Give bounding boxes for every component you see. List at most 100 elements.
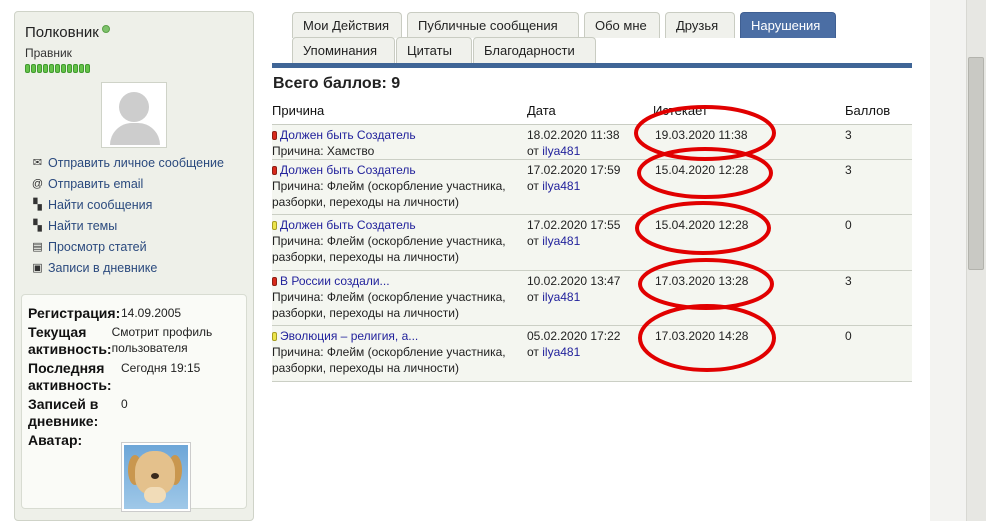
reputation-pip xyxy=(37,64,42,73)
reputation-pip xyxy=(49,64,54,73)
user-title: Правник xyxy=(25,46,72,60)
reputation-pip xyxy=(79,64,84,73)
diary-icon: ▣ xyxy=(32,262,43,274)
info-diary: Записей в дневнике: 0 xyxy=(28,396,246,430)
date-text: 18.02.2020 11:38 xyxy=(527,128,620,142)
link-view-articles[interactable]: ▤ Просмотр статей xyxy=(31,236,224,257)
by-prefix: от xyxy=(527,179,539,193)
table-header-row: Причина Дата Истекает Баллов xyxy=(272,97,912,125)
reputation-pip xyxy=(85,64,90,73)
at-sign-icon: @ xyxy=(31,177,44,190)
by-prefix: от xyxy=(527,144,539,158)
points-cell: 3 xyxy=(845,159,912,215)
moderator-link[interactable]: ilya481 xyxy=(542,179,580,193)
tab-quotes[interactable]: Цитаты xyxy=(396,37,472,63)
expires-cell: 19.03.2020 11:38 xyxy=(653,124,845,160)
moderator-link[interactable]: ilya481 xyxy=(542,234,580,248)
default-user-body xyxy=(110,123,160,145)
profile-info-box: Регистрация: 14.09.2005 Текущая активност… xyxy=(21,294,247,512)
username: Полковник xyxy=(25,24,110,41)
table-row: Должен быть Создатель Причина: Флейм (оск… xyxy=(272,214,912,271)
reputation-pip xyxy=(43,64,48,73)
link-find-posts-label[interactable]: Найти сообщения xyxy=(48,198,152,212)
link-view-articles-label[interactable]: Просмотр статей xyxy=(48,240,147,254)
reputation-pip xyxy=(55,64,60,73)
reason-text: Причина: Флейм (оскорбление участника, р… xyxy=(272,345,506,375)
moderator-link[interactable]: ilya481 xyxy=(542,345,580,359)
expires-cell: 15.04.2020 12:28 xyxy=(653,214,845,271)
issued-by: от ilya481 xyxy=(527,345,580,359)
date-cell: 05.02.2020 17:22 от ilya481 xyxy=(527,325,653,382)
expires-text: 15.04.2020 12:28 xyxy=(655,163,749,177)
diary-label: Записей в дневнике: xyxy=(28,396,99,429)
points-cell: 3 xyxy=(845,124,912,160)
info-last-activity: Последняя активность: Сегодня 19:15 xyxy=(28,360,246,394)
expires-cell: 15.04.2020 12:28 xyxy=(653,159,845,215)
posts-icon: ▚ xyxy=(33,199,42,211)
table-row: В России создали... Причина: Флейм (оскор… xyxy=(272,270,912,326)
avatar-label: Аватар: xyxy=(28,432,83,448)
tab-about-me[interactable]: Обо мне xyxy=(584,12,660,38)
table-row: Должен быть Создатель Причина: Флейм (оск… xyxy=(272,159,912,215)
date-cell: 17.02.2020 17:55 от ilya481 xyxy=(527,214,653,271)
reason-cell: Должен быть Создатель Причина: Флейм (оск… xyxy=(272,214,527,271)
link-find-threads[interactable]: ▚ Найти темы xyxy=(31,215,224,236)
tab-infractions[interactable]: Нарушения xyxy=(740,12,836,38)
infraction-post-link[interactable]: В России создали... xyxy=(280,274,390,288)
envelope-icon: ✉ xyxy=(32,157,43,169)
infraction-post-link[interactable]: Эволюция – религия, а... xyxy=(280,329,418,343)
reason-text: Причина: Флейм (оскорбление участника, р… xyxy=(272,234,506,264)
table-row: Эволюция – религия, а... Причина: Флейм (… xyxy=(272,325,912,382)
expires-text: 15.04.2020 12:28 xyxy=(655,218,749,232)
col-reason: Причина xyxy=(272,97,527,125)
expires-cell: 17.03.2020 13:28 xyxy=(653,270,845,326)
reputation-bar xyxy=(25,64,90,73)
tab-public-messages[interactable]: Публичные сообщения xyxy=(407,12,579,38)
expires-text: 17.03.2020 14:28 xyxy=(655,329,749,343)
expires-cell: 17.03.2020 14:28 xyxy=(653,325,845,382)
reason-text: Причина: Флейм (оскорбление участника, р… xyxy=(272,179,506,209)
link-send-pm-label[interactable]: Отправить личное сообщение xyxy=(48,156,224,170)
diary-value: 0 xyxy=(121,397,128,411)
profile-sidebar: Полковник Правник ✉ Отправить личное сооб… xyxy=(14,11,254,521)
link-diary-entries-label[interactable]: Записи в дневнике xyxy=(48,261,157,275)
tab-friends[interactable]: Друзья xyxy=(665,12,735,38)
link-send-pm[interactable]: ✉ Отправить личное сообщение xyxy=(31,152,224,173)
reputation-pip xyxy=(25,64,30,73)
info-registration: Регистрация: 14.09.2005 xyxy=(28,305,246,322)
reputation-pip xyxy=(31,64,36,73)
link-send-email[interactable]: @ Отправить email xyxy=(31,173,224,194)
date-cell: 10.02.2020 13:47 от ilya481 xyxy=(527,270,653,326)
infraction-post-link[interactable]: Должен быть Создатель xyxy=(280,218,416,232)
red-flag-icon xyxy=(272,131,277,140)
issued-by: от ilya481 xyxy=(527,290,580,304)
link-find-posts[interactable]: ▚ Найти сообщения xyxy=(31,194,224,215)
link-find-threads-label[interactable]: Найти темы xyxy=(48,219,117,233)
date-text: 17.02.2020 17:59 xyxy=(527,163,621,177)
scrollbar-thumb[interactable] xyxy=(968,57,984,270)
points-cell: 3 xyxy=(845,270,912,326)
last-activity-value: Сегодня 19:15 xyxy=(121,361,201,375)
tab-thanks[interactable]: Благодарности xyxy=(473,37,596,63)
by-prefix: от xyxy=(527,345,539,359)
link-diary-entries[interactable]: ▣ Записи в дневнике xyxy=(31,257,224,278)
moderator-link[interactable]: ilya481 xyxy=(542,290,580,304)
points-text: 3 xyxy=(845,274,852,288)
expires-text: 17.03.2020 13:28 xyxy=(655,274,749,288)
reason-cell: В России создали... Причина: Флейм (оскор… xyxy=(272,270,527,326)
link-send-email-label[interactable]: Отправить email xyxy=(48,177,143,191)
info-avatar: Аватар: xyxy=(28,432,246,512)
reputation-pip xyxy=(67,64,72,73)
tab-mentions[interactable]: Упоминания xyxy=(292,37,395,63)
date-cell: 17.02.2020 17:59 от ilya481 xyxy=(527,159,653,215)
points-text: 0 xyxy=(845,218,852,232)
registration-label: Регистрация: xyxy=(28,305,121,321)
infraction-post-link[interactable]: Должен быть Создатель xyxy=(280,163,416,177)
by-prefix: от xyxy=(527,290,539,304)
tab-content-bar xyxy=(272,63,912,68)
infraction-post-link[interactable]: Должен быть Создатель xyxy=(280,128,416,142)
table-row: Должен быть Создатель Причина: Хамство 18.… xyxy=(272,124,912,160)
moderator-link[interactable]: ilya481 xyxy=(542,144,580,158)
points-cell: 0 xyxy=(845,325,912,382)
tab-my-actions[interactable]: Мои Действия xyxy=(292,12,402,38)
